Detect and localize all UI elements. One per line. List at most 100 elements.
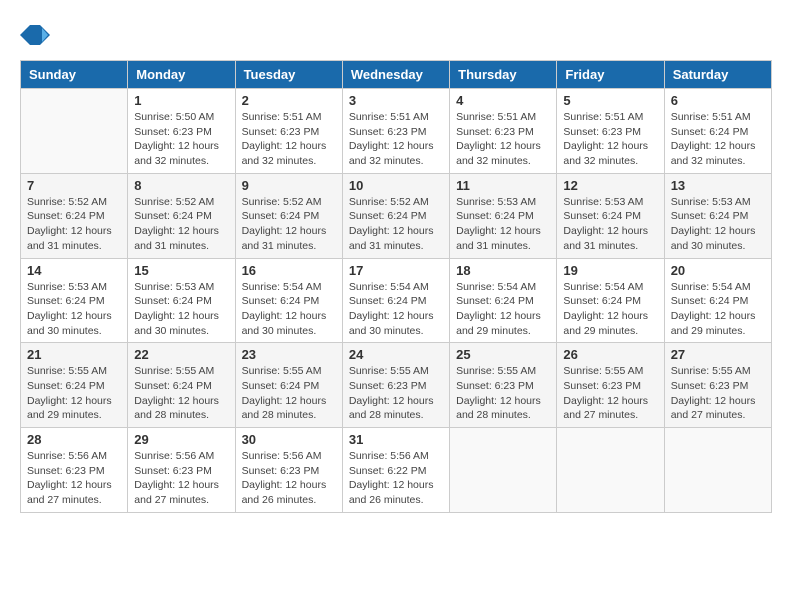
calendar-cell: 15 Sunrise: 5:53 AM Sunset: 6:24 PM Dayli… xyxy=(128,258,235,343)
day-number: 26 xyxy=(563,347,657,362)
day-number: 21 xyxy=(27,347,121,362)
day-info: Sunrise: 5:55 AM Sunset: 6:23 PM Dayligh… xyxy=(563,364,657,423)
day-info: Sunrise: 5:52 AM Sunset: 6:24 PM Dayligh… xyxy=(242,195,336,254)
day-info: Sunrise: 5:55 AM Sunset: 6:24 PM Dayligh… xyxy=(242,364,336,423)
day-number: 18 xyxy=(456,263,550,278)
day-number: 24 xyxy=(349,347,443,362)
calendar-week-row: 7 Sunrise: 5:52 AM Sunset: 6:24 PM Daylig… xyxy=(21,173,772,258)
calendar-week-row: 21 Sunrise: 5:55 AM Sunset: 6:24 PM Dayli… xyxy=(21,343,772,428)
calendar-cell: 13Sunrise: 5:53 AM Sunset: 6:24 PM Dayli… xyxy=(664,173,771,258)
calendar-cell: 18 Sunrise: 5:54 AM Sunset: 6:24 PM Dayli… xyxy=(450,258,557,343)
day-info: Sunrise: 5:53 AM Sunset: 6:24 PM Dayligh… xyxy=(134,280,228,339)
calendar-cell: 7 Sunrise: 5:52 AM Sunset: 6:24 PM Daylig… xyxy=(21,173,128,258)
calendar-cell: 20Sunrise: 5:54 AM Sunset: 6:24 PM Dayli… xyxy=(664,258,771,343)
calendar-cell: 25 Sunrise: 5:55 AM Sunset: 6:23 PM Dayli… xyxy=(450,343,557,428)
day-info: Sunrise: 5:55 AM Sunset: 6:24 PM Dayligh… xyxy=(27,364,121,423)
day-number: 29 xyxy=(134,432,228,447)
calendar-cell: 28 Sunrise: 5:56 AM Sunset: 6:23 PM Dayli… xyxy=(21,428,128,513)
day-info: Sunrise: 5:51 AM Sunset: 6:23 PM Dayligh… xyxy=(349,110,443,169)
day-number: 15 xyxy=(134,263,228,278)
day-info: Sunrise: 5:56 AM Sunset: 6:23 PM Dayligh… xyxy=(134,449,228,508)
day-info: Sunrise: 5:54 AM Sunset: 6:24 PM Dayligh… xyxy=(456,280,550,339)
day-number: 8 xyxy=(134,178,228,193)
day-info: Sunrise: 5:52 AM Sunset: 6:24 PM Dayligh… xyxy=(134,195,228,254)
calendar-cell: 5 Sunrise: 5:51 AM Sunset: 6:23 PM Daylig… xyxy=(557,89,664,174)
day-number: 28 xyxy=(27,432,121,447)
day-info: Sunrise: 5:54 AM Sunset: 6:24 PM Dayligh… xyxy=(349,280,443,339)
day-number: 1 xyxy=(134,93,228,108)
header xyxy=(20,20,772,50)
calendar-cell: 22 Sunrise: 5:55 AM Sunset: 6:24 PM Dayli… xyxy=(128,343,235,428)
calendar-cell: 9 Sunrise: 5:52 AM Sunset: 6:24 PM Daylig… xyxy=(235,173,342,258)
calendar-cell: 14Sunrise: 5:53 AM Sunset: 6:24 PM Dayli… xyxy=(21,258,128,343)
calendar-cell: 21 Sunrise: 5:55 AM Sunset: 6:24 PM Dayli… xyxy=(21,343,128,428)
calendar-week-row: 14Sunrise: 5:53 AM Sunset: 6:24 PM Dayli… xyxy=(21,258,772,343)
calendar-cell: 30 Sunrise: 5:56 AM Sunset: 6:23 PM Dayli… xyxy=(235,428,342,513)
col-header-monday: Monday xyxy=(128,61,235,89)
day-info: Sunrise: 5:54 AM Sunset: 6:24 PM Dayligh… xyxy=(563,280,657,339)
calendar-cell xyxy=(664,428,771,513)
day-number: 23 xyxy=(242,347,336,362)
col-header-thursday: Thursday xyxy=(450,61,557,89)
calendar-cell: 4 Sunrise: 5:51 AM Sunset: 6:23 PM Daylig… xyxy=(450,89,557,174)
calendar-cell: 27Sunrise: 5:55 AM Sunset: 6:23 PM Dayli… xyxy=(664,343,771,428)
day-info: Sunrise: 5:51 AM Sunset: 6:23 PM Dayligh… xyxy=(242,110,336,169)
day-info: Sunrise: 5:55 AM Sunset: 6:23 PM Dayligh… xyxy=(349,364,443,423)
calendar-cell: 10 Sunrise: 5:52 AM Sunset: 6:24 PM Dayli… xyxy=(342,173,449,258)
calendar-week-row: 28 Sunrise: 5:56 AM Sunset: 6:23 PM Dayli… xyxy=(21,428,772,513)
logo xyxy=(20,20,52,50)
calendar-cell: 24 Sunrise: 5:55 AM Sunset: 6:23 PM Dayli… xyxy=(342,343,449,428)
day-number: 16 xyxy=(242,263,336,278)
day-info: Sunrise: 5:51 AM Sunset: 6:24 PM Dayligh… xyxy=(671,110,765,169)
day-number: 10 xyxy=(349,178,443,193)
day-info: Sunrise: 5:55 AM Sunset: 6:24 PM Dayligh… xyxy=(134,364,228,423)
day-number: 5 xyxy=(563,93,657,108)
calendar-cell: 1 Sunrise: 5:50 AM Sunset: 6:23 PM Daylig… xyxy=(128,89,235,174)
calendar-cell: 17 Sunrise: 5:54 AM Sunset: 6:24 PM Dayli… xyxy=(342,258,449,343)
col-header-wednesday: Wednesday xyxy=(342,61,449,89)
calendar-cell: 29 Sunrise: 5:56 AM Sunset: 6:23 PM Dayli… xyxy=(128,428,235,513)
calendar-cell xyxy=(21,89,128,174)
calendar-cell: 8 Sunrise: 5:52 AM Sunset: 6:24 PM Daylig… xyxy=(128,173,235,258)
calendar-header-row: SundayMondayTuesdayWednesdayThursdayFrid… xyxy=(21,61,772,89)
day-number: 3 xyxy=(349,93,443,108)
day-info: Sunrise: 5:53 AM Sunset: 6:24 PM Dayligh… xyxy=(563,195,657,254)
calendar-cell: 19 Sunrise: 5:54 AM Sunset: 6:24 PM Dayli… xyxy=(557,258,664,343)
col-header-sunday: Sunday xyxy=(21,61,128,89)
calendar-cell: 3 Sunrise: 5:51 AM Sunset: 6:23 PM Daylig… xyxy=(342,89,449,174)
day-number: 31 xyxy=(349,432,443,447)
day-info: Sunrise: 5:53 AM Sunset: 6:24 PM Dayligh… xyxy=(671,195,765,254)
calendar: SundayMondayTuesdayWednesdayThursdayFrid… xyxy=(20,60,772,513)
day-info: Sunrise: 5:52 AM Sunset: 6:24 PM Dayligh… xyxy=(349,195,443,254)
col-header-friday: Friday xyxy=(557,61,664,89)
day-number: 17 xyxy=(349,263,443,278)
day-info: Sunrise: 5:56 AM Sunset: 6:23 PM Dayligh… xyxy=(27,449,121,508)
day-number: 30 xyxy=(242,432,336,447)
day-info: Sunrise: 5:53 AM Sunset: 6:24 PM Dayligh… xyxy=(27,280,121,339)
day-number: 7 xyxy=(27,178,121,193)
day-info: Sunrise: 5:52 AM Sunset: 6:24 PM Dayligh… xyxy=(27,195,121,254)
day-info: Sunrise: 5:53 AM Sunset: 6:24 PM Dayligh… xyxy=(456,195,550,254)
day-info: Sunrise: 5:56 AM Sunset: 6:22 PM Dayligh… xyxy=(349,449,443,508)
calendar-cell: 26 Sunrise: 5:55 AM Sunset: 6:23 PM Dayli… xyxy=(557,343,664,428)
day-number: 12 xyxy=(563,178,657,193)
day-number: 4 xyxy=(456,93,550,108)
calendar-cell: 31 Sunrise: 5:56 AM Sunset: 6:22 PM Dayli… xyxy=(342,428,449,513)
calendar-cell: 2 Sunrise: 5:51 AM Sunset: 6:23 PM Daylig… xyxy=(235,89,342,174)
day-info: Sunrise: 5:55 AM Sunset: 6:23 PM Dayligh… xyxy=(456,364,550,423)
calendar-cell: 6Sunrise: 5:51 AM Sunset: 6:24 PM Daylig… xyxy=(664,89,771,174)
day-info: Sunrise: 5:56 AM Sunset: 6:23 PM Dayligh… xyxy=(242,449,336,508)
day-number: 9 xyxy=(242,178,336,193)
day-number: 19 xyxy=(563,263,657,278)
day-number: 2 xyxy=(242,93,336,108)
day-number: 22 xyxy=(134,347,228,362)
day-info: Sunrise: 5:50 AM Sunset: 6:23 PM Dayligh… xyxy=(134,110,228,169)
day-number: 11 xyxy=(456,178,550,193)
calendar-cell xyxy=(450,428,557,513)
day-number: 25 xyxy=(456,347,550,362)
calendar-cell: 11 Sunrise: 5:53 AM Sunset: 6:24 PM Dayli… xyxy=(450,173,557,258)
day-number: 27 xyxy=(671,347,765,362)
day-number: 20 xyxy=(671,263,765,278)
day-info: Sunrise: 5:51 AM Sunset: 6:23 PM Dayligh… xyxy=(563,110,657,169)
day-info: Sunrise: 5:51 AM Sunset: 6:23 PM Dayligh… xyxy=(456,110,550,169)
